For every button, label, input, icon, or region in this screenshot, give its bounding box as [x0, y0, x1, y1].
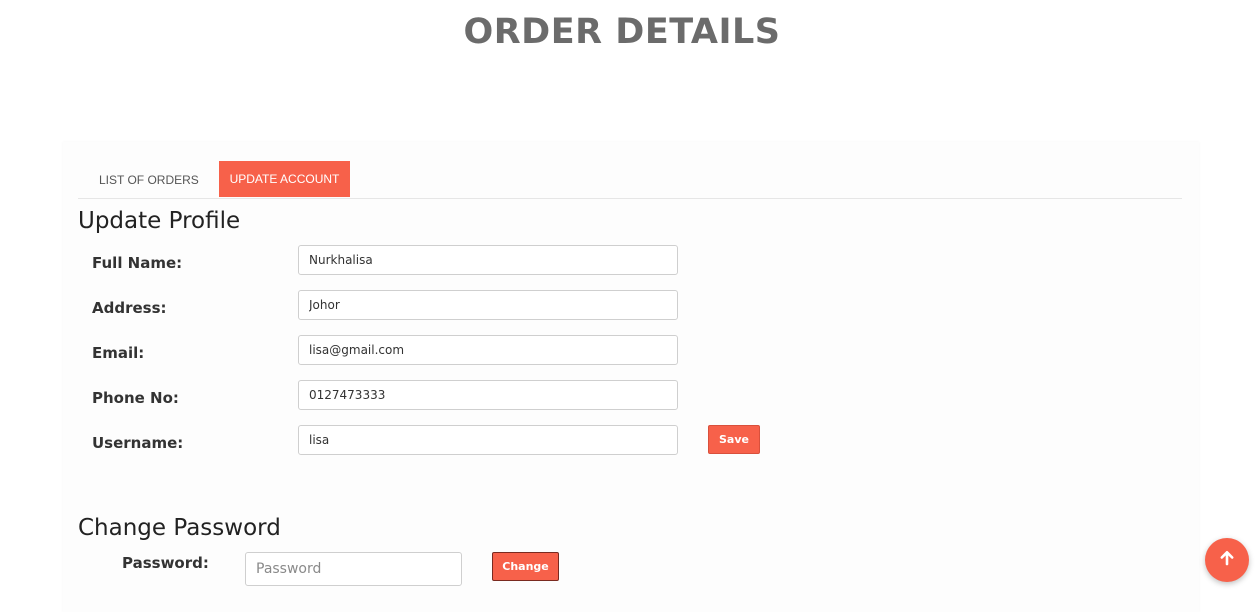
username-label: Username: — [92, 434, 184, 452]
tab-list-of-orders[interactable]: LIST OF ORDERS — [99, 161, 199, 197]
phone-label: Phone No: — [92, 389, 179, 407]
full-name-input[interactable] — [298, 245, 678, 275]
tab-update-account[interactable]: UPDATE ACCOUNT — [219, 161, 350, 197]
scroll-to-top-button[interactable] — [1205, 538, 1249, 582]
save-button[interactable]: Save — [708, 425, 760, 454]
arrow-up-icon — [1218, 549, 1236, 571]
email-label: Email: — [92, 344, 145, 362]
change-password-button[interactable]: Change — [492, 552, 559, 581]
address-input[interactable] — [298, 290, 678, 320]
phone-input[interactable] — [298, 380, 678, 410]
full-name-label: Full Name: — [92, 254, 183, 272]
tab-bar: LIST OF ORDERS UPDATE ACCOUNT — [78, 161, 1182, 199]
update-profile-heading: Update Profile — [78, 208, 241, 234]
username-input[interactable] — [298, 425, 678, 455]
address-label: Address: — [92, 299, 167, 317]
email-input[interactable] — [298, 335, 678, 365]
password-input[interactable] — [245, 552, 462, 586]
password-label: Password: — [122, 554, 209, 572]
change-password-heading: Change Password — [78, 515, 281, 541]
page-title: ORDER DETAILS — [463, 12, 781, 52]
